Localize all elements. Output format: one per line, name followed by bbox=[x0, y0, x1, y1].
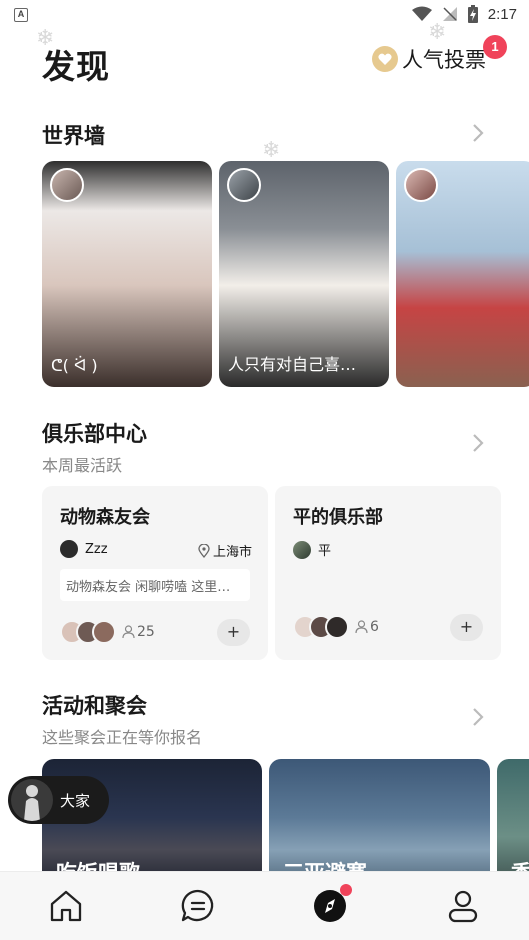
club-owner[interactable]: Zzz bbox=[60, 540, 108, 558]
location-pin-icon bbox=[198, 543, 210, 558]
clock: 2:17 bbox=[487, 5, 517, 23]
join-club-button[interactable]: + bbox=[217, 619, 250, 646]
club-card[interactable]: 动物森友会 Zzz 上海市 动物森友会 闲聊唠嗑 这里… 25 + bbox=[42, 486, 268, 660]
popularity-vote-button[interactable]: 人气投票 1 bbox=[372, 35, 507, 74]
avatar bbox=[293, 540, 311, 559]
avatar[interactable] bbox=[227, 168, 261, 202]
clubs-title: 俱乐部中心 bbox=[42, 422, 147, 446]
world-wall-carousel[interactable]: ᕦ( ᐛ ) 人只有对自己喜… bbox=[42, 161, 529, 387]
club-owner[interactable]: 平 bbox=[293, 540, 331, 559]
clubs-subtitle: 本周最活跃 bbox=[42, 456, 123, 475]
events-title: 活动和聚会 bbox=[42, 694, 147, 718]
app-notification-icon: A bbox=[14, 8, 28, 22]
bottom-tab-bar bbox=[0, 871, 529, 940]
status-bar: A 2:17 bbox=[0, 0, 529, 30]
tab-messages[interactable] bbox=[180, 888, 216, 924]
tab-home[interactable] bbox=[48, 888, 84, 924]
club-location: 上海市 bbox=[198, 541, 252, 560]
notification-dot bbox=[340, 884, 352, 896]
tab-profile[interactable] bbox=[445, 888, 481, 924]
avatar[interactable] bbox=[50, 168, 84, 202]
member-avatars: 6 bbox=[293, 615, 379, 639]
heart-icon bbox=[372, 46, 398, 72]
club-name: 动物森友会 bbox=[60, 507, 150, 528]
club-name: 平的俱乐部 bbox=[293, 507, 383, 528]
owner-name: 平 bbox=[318, 544, 332, 559]
club-card[interactable]: 平的俱乐部 平 6 + bbox=[275, 486, 501, 660]
member-count-value: 25 bbox=[137, 624, 155, 640]
chevron-right-icon[interactable] bbox=[471, 706, 485, 728]
member-count: 25 bbox=[122, 624, 155, 640]
avatar bbox=[325, 615, 349, 639]
owner-name: Zzz bbox=[85, 541, 108, 557]
event-card[interactable]: 三亚避寒 bbox=[269, 759, 490, 874]
battery-charging-icon bbox=[467, 5, 478, 23]
floating-label: 大家 bbox=[60, 791, 91, 810]
chat-icon bbox=[181, 889, 214, 922]
card-caption: ᕦ( ᐛ ) bbox=[51, 356, 98, 375]
snowflake-decoration-icon: ❄ bbox=[428, 20, 447, 45]
events-carousel[interactable]: 吃饭唱歌 三亚避寒 香 bbox=[42, 759, 529, 874]
person-icon bbox=[122, 625, 135, 639]
location-text: 上海市 bbox=[212, 545, 252, 560]
avatar bbox=[60, 540, 78, 558]
join-club-button[interactable]: + bbox=[450, 614, 483, 641]
tab-discover[interactable] bbox=[312, 884, 352, 924]
event-card[interactable]: 香 bbox=[497, 759, 529, 874]
member-count-value: 6 bbox=[370, 619, 379, 635]
snowflake-decoration-icon: ❄ bbox=[262, 138, 281, 163]
member-count: 6 bbox=[355, 619, 379, 635]
page-title: 发现 bbox=[42, 47, 110, 86]
avatar[interactable] bbox=[404, 168, 438, 202]
avatar bbox=[92, 620, 116, 644]
member-avatars: 25 bbox=[60, 620, 155, 644]
chevron-right-icon[interactable] bbox=[471, 122, 485, 144]
home-icon bbox=[50, 890, 82, 922]
avatar bbox=[11, 779, 53, 821]
vote-label: 人气投票 bbox=[402, 48, 486, 72]
club-description: 动物森友会 闲聊唠嗑 这里… bbox=[60, 569, 250, 601]
world-wall-card[interactable]: 人只有对自己喜… bbox=[219, 161, 389, 387]
world-wall-card[interactable] bbox=[396, 161, 529, 387]
world-wall-title: 世界墙 bbox=[42, 124, 105, 148]
card-caption: 人只有对自己喜… bbox=[228, 355, 357, 374]
world-wall-card[interactable]: ᕦ( ᐛ ) bbox=[42, 161, 212, 387]
person-icon bbox=[355, 620, 368, 634]
chevron-right-icon[interactable] bbox=[471, 432, 485, 454]
notification-badge: 1 bbox=[483, 35, 507, 59]
everyone-floating-button[interactable]: 大家 bbox=[8, 776, 109, 824]
events-subtitle: 这些聚会正在等你报名 bbox=[42, 728, 203, 747]
profile-icon bbox=[448, 890, 478, 923]
